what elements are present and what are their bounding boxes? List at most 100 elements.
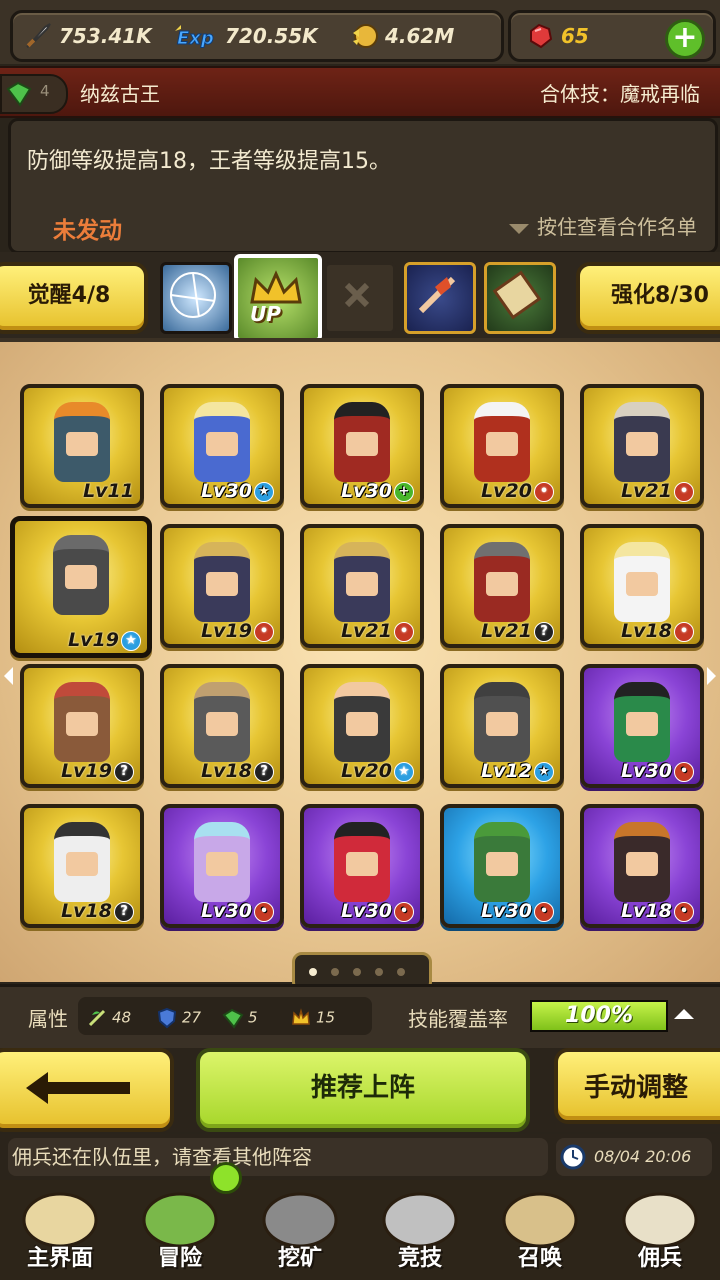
hero-badge-icon: • xyxy=(254,621,274,642)
flame-arm-icon xyxy=(418,276,456,314)
enhance-button[interactable]: 强化8/30 xyxy=(576,262,720,334)
hero-card[interactable]: Lv18? xyxy=(160,664,284,788)
hero-face xyxy=(346,432,378,456)
leaf-sword-icon xyxy=(88,1009,106,1027)
hero-face xyxy=(206,852,238,876)
back-button[interactable] xyxy=(0,1048,174,1132)
attr-gem-value: 5 xyxy=(248,1008,258,1027)
hero-badge-icon: • xyxy=(394,621,414,642)
hero-portrait xyxy=(194,542,250,622)
hero-level-text: Lv19 xyxy=(61,760,112,782)
hero-card[interactable]: Lv21? xyxy=(440,524,564,648)
awaken-slot-empty[interactable] xyxy=(324,262,396,334)
hero-badge-icon: • xyxy=(534,481,554,502)
coverage-label: 技能覆盖率 xyxy=(408,1007,508,1031)
awaken-slot-1[interactable] xyxy=(160,262,232,334)
hero-level-text: Lv30 xyxy=(481,900,532,922)
hero-level: Lv19 • xyxy=(201,620,274,642)
hero-card[interactable]: Lv30 ★ xyxy=(160,384,284,508)
hero-face xyxy=(66,712,98,736)
combo-count-badge: 4 xyxy=(0,74,68,114)
combo-description-panel[interactable]: 防御等级提高18，王者等级提高15。 未发动 按住查看合作名单 xyxy=(8,118,718,254)
prev-page-arrow[interactable] xyxy=(4,667,13,685)
hero-card[interactable]: Lv12 ★ xyxy=(440,664,564,788)
awaken-slot-4[interactable] xyxy=(404,262,476,334)
hero-card[interactable]: Lv30 • xyxy=(580,664,704,788)
collapse-arrow-icon[interactable] xyxy=(674,1009,694,1019)
page-dot[interactable] xyxy=(397,968,405,976)
manual-adjust-button[interactable]: 手动调整 xyxy=(554,1048,720,1124)
hero-card[interactable]: Lv30 • xyxy=(300,804,424,928)
hero-card[interactable]: Lv18 • xyxy=(580,524,704,648)
page-dot[interactable] xyxy=(309,968,317,976)
bottom-nav: 主界面 冒险 挖矿 竞技 召唤 佣兵 xyxy=(0,1180,720,1280)
hero-level-text: Lv12 xyxy=(481,760,532,782)
hero-level: Lv30 • xyxy=(621,760,694,782)
hero-level-text: Lv18 xyxy=(621,620,672,642)
awaken-slot-selected[interactable]: UP xyxy=(234,254,322,342)
hero-card[interactable]: Lv18 • xyxy=(580,804,704,928)
hero-level-text: Lv18 xyxy=(201,760,252,782)
hero-card[interactable]: Lv19 • xyxy=(160,524,284,648)
hero-level: Lv30 • xyxy=(341,900,414,922)
shield-icon xyxy=(157,1007,177,1029)
recommend-button[interactable]: 推荐上阵 xyxy=(196,1048,530,1132)
hero-level-text: Lv18 xyxy=(61,900,112,922)
nav-item[interactable]: 冒险 xyxy=(120,1180,240,1280)
add-gems-button[interactable]: + xyxy=(665,19,705,59)
nav-label: 冒险 xyxy=(157,1246,202,1271)
exp-value: 720.55K xyxy=(225,24,318,48)
page-dot[interactable] xyxy=(375,968,383,976)
hero-face xyxy=(206,572,238,596)
hero-face xyxy=(486,572,518,596)
green-gem-icon xyxy=(6,81,32,107)
nav-item[interactable]: 竞技 xyxy=(360,1180,480,1280)
nav-label: 主界面 xyxy=(26,1246,93,1271)
page-dot[interactable] xyxy=(353,968,361,976)
hero-card[interactable]: Lv30 + xyxy=(300,384,424,508)
hero-level: Lv21 • xyxy=(621,480,694,502)
hero-card[interactable]: Lv30 • xyxy=(440,804,564,928)
hero-card[interactable]: Lv20 • xyxy=(440,384,564,508)
nav-label: 竞技 xyxy=(397,1246,442,1271)
gold-coin-icon xyxy=(349,21,379,51)
hero-badge-icon: • xyxy=(674,901,694,922)
hero-portrait xyxy=(614,822,670,902)
hero-badge-icon: ★ xyxy=(254,481,274,502)
hero-face xyxy=(626,572,658,596)
nav-item[interactable]: 主界面 xyxy=(0,1180,120,1280)
hero-card[interactable]: Lv20 ★ xyxy=(300,664,424,788)
nav-item[interactable]: 召唤 xyxy=(480,1180,600,1280)
system-message: 佣兵还在队伍里，请查看其他阵容 xyxy=(8,1138,548,1176)
hero-level: Lv18? xyxy=(61,900,134,922)
hero-badge-icon: • xyxy=(674,761,694,782)
combo-hint[interactable]: 按住查看合作名单 xyxy=(509,211,697,240)
hero-card[interactable]: Lv19 ★ xyxy=(10,516,152,658)
hero-card[interactable]: Lv30 • xyxy=(160,804,284,928)
nav-item[interactable]: 佣兵 xyxy=(600,1180,720,1280)
page-dot[interactable] xyxy=(331,968,339,976)
gem-panel: 65 + xyxy=(508,10,716,62)
hero-card[interactable]: Lv11 xyxy=(20,384,144,508)
nav-item[interactable]: 挖矿 xyxy=(240,1180,360,1280)
hero-card[interactable]: Lv19? xyxy=(20,664,144,788)
hero-card[interactable]: Lv18? xyxy=(20,804,144,928)
hero-level-text: Lv20 xyxy=(481,480,532,502)
hero-portrait xyxy=(334,402,390,482)
hero-level-text: Lv21 xyxy=(341,620,392,642)
hero-card[interactable]: Lv21 • xyxy=(580,384,704,508)
next-page-arrow[interactable] xyxy=(707,667,716,685)
hero-face xyxy=(206,712,238,736)
hero-portrait xyxy=(474,542,530,622)
hero-face xyxy=(65,565,97,589)
hero-card[interactable]: Lv21 • xyxy=(300,524,424,648)
awaken-row: 觉醒4/8 UP 强化8/30 xyxy=(0,252,720,342)
sword-icon xyxy=(23,21,53,51)
awaken-slot-5[interactable] xyxy=(484,262,556,334)
combo-skill: 合体技：魔戒再临 xyxy=(540,82,700,106)
green-gem-icon xyxy=(222,1008,244,1029)
hero-badge-icon: + xyxy=(394,481,414,502)
awaken-button[interactable]: 觉醒4/8 xyxy=(0,262,148,334)
hero-badge-icon: ? xyxy=(534,621,554,642)
hero-badge-icon: • xyxy=(254,901,274,922)
